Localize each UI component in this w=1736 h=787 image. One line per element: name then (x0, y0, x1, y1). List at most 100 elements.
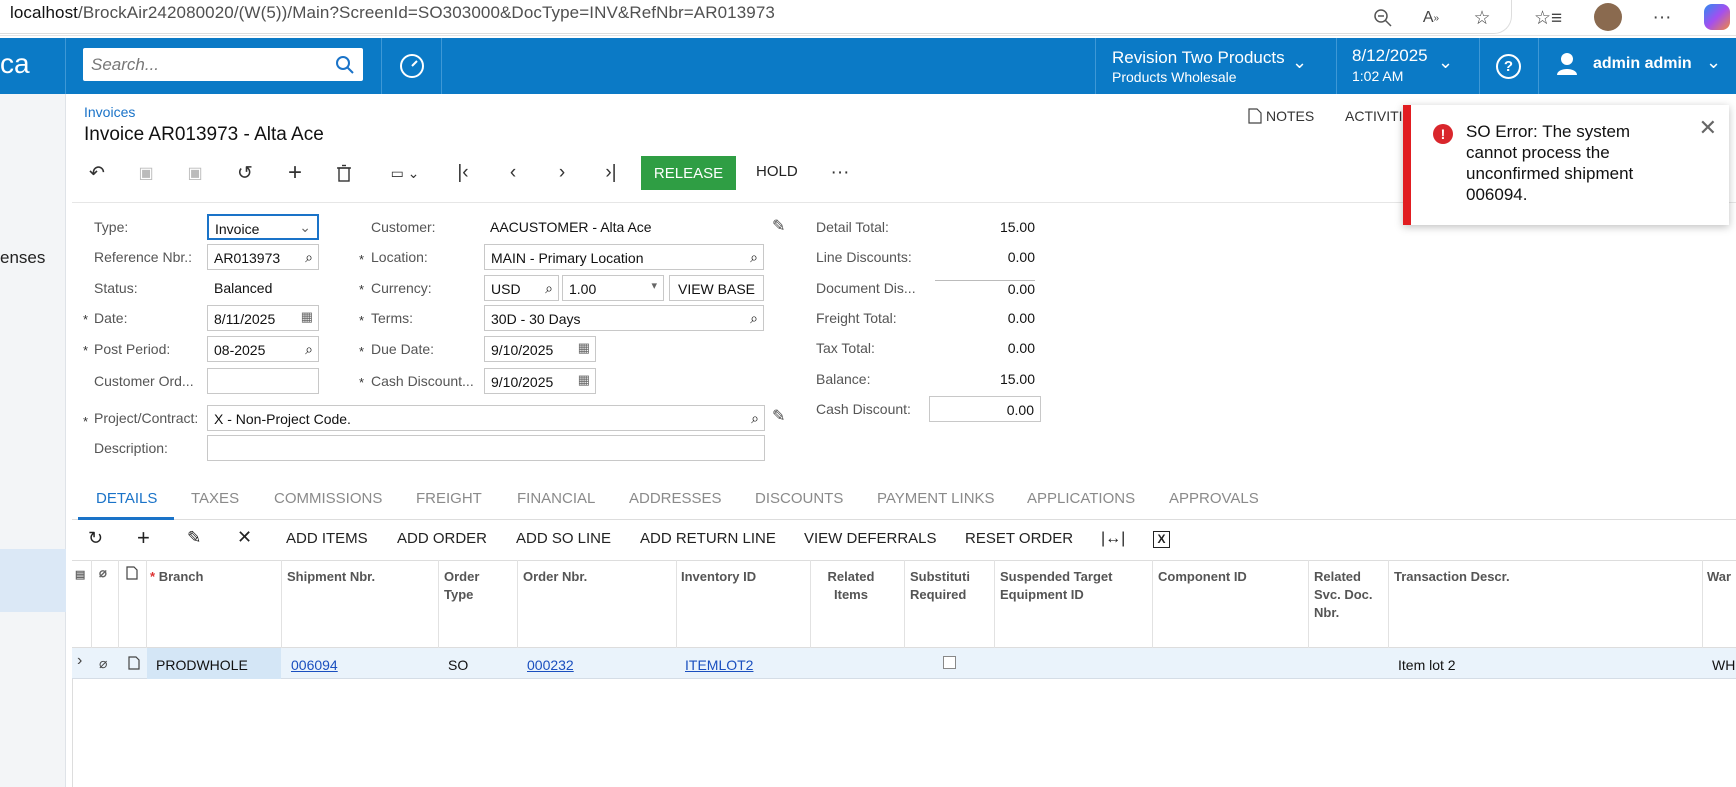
currency-rate-field[interactable]: 1.00 ▾ (562, 275, 664, 301)
cell-warehouse[interactable]: WH (1712, 657, 1736, 673)
user-icon[interactable] (1556, 52, 1578, 79)
due-date-field[interactable]: 9/10/2025 ▦ (484, 336, 596, 362)
tab-financial[interactable]: FINANCIAL (517, 490, 595, 507)
activities-button[interactable]: ACTIVITI (1345, 108, 1403, 124)
tab-details[interactable]: DETAILS (96, 490, 157, 507)
hold-button[interactable]: HOLD (756, 163, 798, 180)
sidebar-item-label[interactable]: enses (0, 248, 45, 268)
row-notes-icon[interactable] (128, 656, 140, 673)
tab-taxes[interactable]: TAXES (191, 490, 239, 507)
column-header-order-nbr[interactable]: Order Nbr. (523, 568, 587, 586)
reference-field[interactable]: AR013973 ⌕ (207, 244, 319, 270)
search-icon[interactable]: ⌕ (545, 280, 553, 297)
search-icon[interactable]: ⌕ (305, 249, 313, 266)
last-record-icon[interactable]: ›| (596, 158, 626, 188)
recent-history-icon[interactable] (398, 52, 426, 83)
column-header-related-svc[interactable]: Related Svc. Doc. Nbr. (1314, 568, 1374, 622)
reset-order-button[interactable]: RESET ORDER (965, 530, 1073, 547)
column-header-component[interactable]: Component ID (1158, 568, 1247, 586)
view-deferrals-button[interactable]: VIEW DEFERRALS (804, 530, 937, 547)
column-header-related-items[interactable]: Related Items (816, 568, 886, 604)
cell-order-nbr-link[interactable]: 000232 (527, 657, 574, 673)
calendar-icon[interactable]: ▦ (578, 372, 590, 388)
date-field[interactable]: 8/11/2025 ▦ (207, 305, 319, 331)
cell-branch[interactable]: PRODWHOLE (156, 657, 248, 673)
tab-discounts[interactable]: DISCOUNTS (755, 490, 843, 507)
view-base-button[interactable]: VIEW BASE (669, 275, 764, 301)
add-return-line-button[interactable]: ADD RETURN LINE (640, 530, 776, 547)
cell-shipment-link[interactable]: 006094 (291, 657, 338, 673)
add-so-line-button[interactable]: ADD SO LINE (516, 530, 611, 547)
previous-record-icon[interactable]: ‹ (498, 158, 528, 188)
add-row-icon[interactable]: + (137, 525, 150, 551)
next-record-icon[interactable]: › (547, 158, 577, 188)
sidebar-selected-item[interactable] (0, 549, 66, 612)
favorites-list-icon[interactable]: ☆≡ (1534, 6, 1562, 30)
favorite-star-icon[interactable]: ☆ (1470, 6, 1494, 30)
terms-field[interactable]: 30D - 30 Days ⌕ (484, 305, 764, 331)
read-aloud-icon[interactable]: A» (1419, 6, 1443, 30)
post-period-field[interactable]: 08-2025 ⌕ (207, 336, 319, 362)
column-header-warehouse[interactable]: War (1707, 568, 1736, 586)
chevron-down-icon[interactable]: ⌄ (1292, 52, 1307, 73)
cash-discount-date-field[interactable]: 9/10/2025 ▦ (484, 368, 596, 394)
description-field[interactable] (207, 435, 765, 461)
app-logo[interactable]: ca (0, 48, 30, 80)
location-field[interactable]: MAIN - Primary Location ⌕ (484, 244, 764, 270)
chevron-down-icon[interactable]: ⌄ (1438, 52, 1453, 73)
currency-field[interactable]: USD ⌕ (484, 275, 559, 301)
edit-pencil-icon[interactable]: ✎ (187, 528, 201, 548)
notes-button[interactable]: NOTES (1248, 108, 1314, 124)
more-actions-icon[interactable]: ··· (825, 158, 855, 188)
edit-pencil-icon[interactable]: ✎ (772, 216, 785, 236)
customer-value[interactable]: AACUSTOMER - Alta Ace (490, 219, 652, 235)
chevron-down-icon[interactable]: ⌄ (1706, 52, 1721, 73)
search-icon[interactable]: ⌕ (305, 341, 313, 358)
column-header-order-type[interactable]: Order Type (444, 568, 504, 604)
add-items-button[interactable]: ADD ITEMS (286, 530, 368, 547)
dropdown-arrow-icon[interactable]: ▾ (651, 279, 657, 292)
back-icon[interactable]: ↶ (82, 158, 112, 188)
column-header-branch[interactable]: * Branch (150, 568, 203, 586)
type-select[interactable]: Invoice ⌄ (207, 214, 319, 240)
profile-avatar[interactable] (1594, 3, 1622, 31)
search-icon[interactable] (335, 55, 355, 75)
breadcrumb[interactable]: Invoices (84, 104, 135, 120)
column-header-shipment[interactable]: Shipment Nbr. (287, 568, 375, 586)
column-header-suspended[interactable]: Suspended Target Equipment ID (1000, 568, 1140, 604)
branch-name[interactable]: Products Wholesale (1112, 69, 1237, 85)
tab-approvals[interactable]: APPROVALS (1169, 490, 1259, 507)
column-header-descr[interactable]: Transaction Descr. (1394, 568, 1510, 586)
column-header-substitution[interactable]: Substituti Required (910, 568, 985, 604)
user-name[interactable]: admin admin (1593, 55, 1692, 73)
cell-transaction-descr[interactable]: Item lot 2 (1398, 657, 1456, 673)
url-text[interactable]: localhost/BrockAir242080020/(W(5))/Main?… (10, 3, 775, 23)
search-input[interactable]: Search... (83, 48, 363, 81)
help-icon[interactable]: ? (1496, 54, 1521, 79)
export-excel-icon[interactable]: X (1153, 531, 1170, 548)
tab-applications[interactable]: APPLICATIONS (1027, 490, 1135, 507)
cash-discount-field[interactable]: 0.00 (929, 396, 1041, 422)
refresh-icon[interactable]: ↻ (88, 528, 103, 549)
edit-pencil-icon[interactable]: ✎ (772, 406, 785, 426)
tab-freight[interactable]: FREIGHT (416, 490, 482, 507)
expand-row-icon[interactable]: › (77, 652, 82, 670)
attachment-icon[interactable]: ⌀ (99, 655, 107, 672)
search-icon[interactable]: ⌕ (751, 410, 759, 427)
delete-row-icon[interactable]: ✕ (237, 527, 252, 548)
column-header-inventory[interactable]: Inventory ID (681, 568, 756, 586)
more-menu-icon[interactable]: ··· (1650, 6, 1674, 30)
release-button[interactable]: RELEASE (641, 156, 736, 190)
calendar-icon[interactable]: ▦ (301, 309, 313, 325)
first-record-icon[interactable]: |‹ (448, 158, 478, 188)
customer-order-field[interactable] (207, 368, 319, 394)
copy-paste-icon[interactable]: ▭ ⌄ (380, 158, 430, 188)
close-icon[interactable]: ✕ (1699, 115, 1717, 141)
substitution-required-checkbox[interactable] (943, 656, 956, 669)
add-order-button[interactable]: ADD ORDER (397, 530, 487, 547)
company-name[interactable]: Revision Two Products (1112, 48, 1285, 68)
calendar-icon[interactable]: ▦ (578, 340, 590, 356)
fit-columns-icon[interactable]: |↔| (1101, 530, 1125, 548)
add-icon[interactable]: + (280, 158, 310, 188)
undo-icon[interactable]: ↺ (230, 158, 260, 188)
